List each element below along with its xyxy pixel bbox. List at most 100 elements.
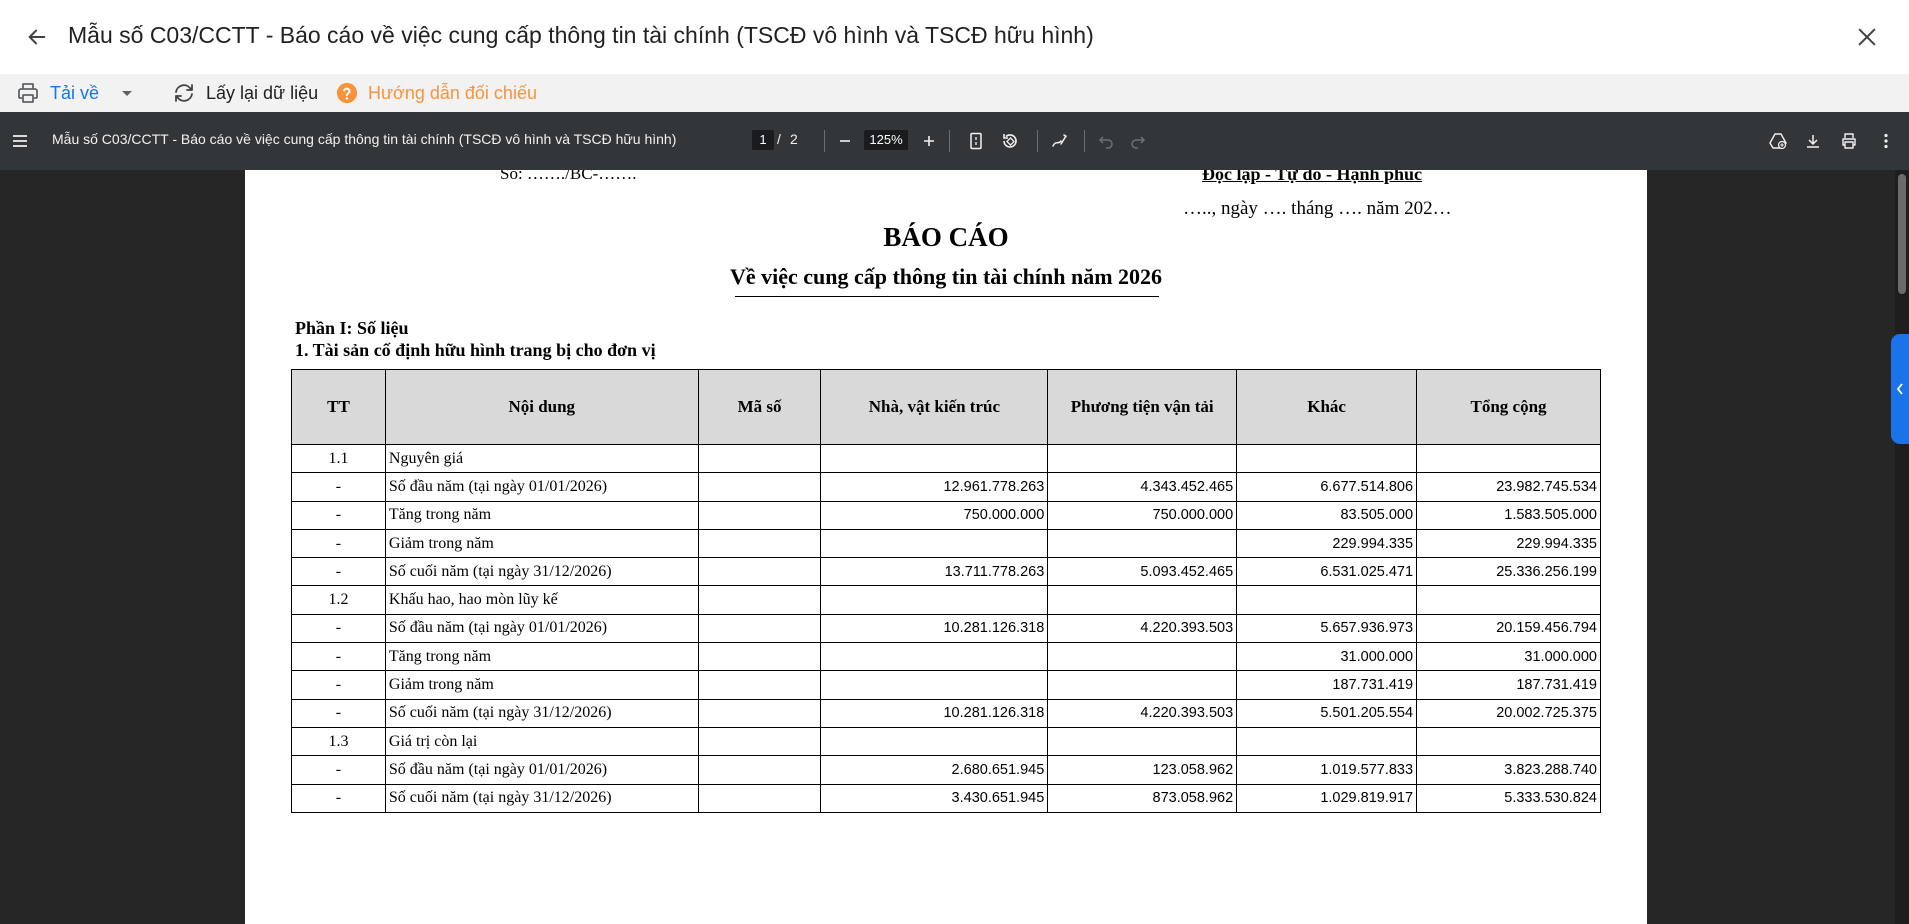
close-button[interactable] <box>1852 22 1882 52</box>
menu-button[interactable] <box>8 129 32 153</box>
pdf-download-button[interactable] <box>1801 129 1825 153</box>
zoom-in-button[interactable] <box>917 129 941 153</box>
caret-down-icon <box>122 91 132 96</box>
download-button[interactable]: Tải về <box>16 74 99 112</box>
column-header: Nội dung <box>384 369 699 445</box>
drive-save-button[interactable] <box>1766 129 1790 153</box>
document-subtitle: Về việc cung cấp thông tin tài chính năm… <box>729 264 1163 289</box>
value-other: 1.029.819.917 <box>1236 783 1418 813</box>
rotate-icon <box>1003 134 1017 148</box>
row-index: - <box>291 472 386 502</box>
row-content: Tăng trong năm <box>384 500 699 530</box>
document-date: ….., ngày …. tháng …. năm 202… <box>1183 198 1452 219</box>
row-code <box>697 670 822 700</box>
value-other: 229.994.335 <box>1236 528 1418 559</box>
document-number: Số: ……./BC-……. <box>500 170 637 183</box>
column-header: TT <box>291 369 386 445</box>
pdf-print-button[interactable] <box>1837 129 1861 153</box>
value-total: 229.994.335 <box>1416 528 1601 559</box>
value-vehicles: 873.058.962 <box>1047 783 1238 813</box>
printer-icon <box>18 83 38 103</box>
value-other <box>1236 585 1418 615</box>
value-vehicles: 4.220.393.503 <box>1047 698 1238 728</box>
more-actions-button[interactable] <box>1874 129 1898 153</box>
value-total: 187.731.419 <box>1416 670 1601 700</box>
value-buildings: 12.961.778.263 <box>820 472 1049 502</box>
annotate-button[interactable] <box>1048 129 1072 153</box>
value-vehicles: 4.343.452.465 <box>1047 472 1238 502</box>
value-vehicles: 750.000.000 <box>1047 500 1238 530</box>
plus-icon <box>924 136 934 146</box>
table-row: - Tăng trong năm 750.000.000 750.000.000 83.… <box>291 500 1601 530</box>
reload-data-button[interactable]: Lấy lại dữ liệu <box>172 74 318 112</box>
table-row: 1.3 Giá trị còn lại <box>291 726 1601 757</box>
back-button[interactable] <box>22 22 52 52</box>
row-index: - <box>291 642 386 672</box>
row-index: - <box>291 670 386 700</box>
national-motto: Độc lập - Tự do - Hạnh phúc <box>1202 170 1423 184</box>
table-row: - Số cuối năm (tại ngày 31/12/2026) 10.281… <box>291 698 1601 728</box>
column-header: Phương tiện vận tải <box>1047 369 1238 445</box>
value-other: 83.505.000 <box>1236 500 1418 530</box>
row-index: - <box>291 783 386 813</box>
value-vehicles: 5.093.452.465 <box>1047 557 1238 587</box>
value-total <box>1416 443 1601 474</box>
row-code <box>697 500 822 530</box>
row-index: - <box>291 528 386 559</box>
page-number-input[interactable]: 1 <box>752 130 774 150</box>
row-index: - <box>291 557 386 587</box>
page-total: 2 <box>790 131 798 147</box>
reconcile-guide-link[interactable]: Hướng dẫn đối chiếu <box>336 74 537 112</box>
refresh-icon <box>175 84 193 102</box>
value-buildings <box>820 528 1049 559</box>
value-buildings <box>820 585 1049 615</box>
row-code <box>697 613 822 644</box>
side-panel-toggle[interactable] <box>1891 334 1909 444</box>
pdf-filename: Mẫu số C03/CCTT - Báo cáo về việc cung c… <box>52 131 677 147</box>
row-content: Tăng trong năm <box>384 642 699 672</box>
zoom-input[interactable]: 125% <box>864 130 908 150</box>
value-total <box>1416 585 1601 615</box>
table-row: - Giảm trong năm 229.994.335 229.994.335 <box>291 528 1601 559</box>
table-row: - Số đầu năm (tại ngày 01/01/2026) 12.961.… <box>291 472 1601 502</box>
value-other <box>1236 443 1418 474</box>
table-row: 1.1 Nguyên giá <box>291 443 1601 474</box>
column-header: Nhà, vật kiến trúc <box>820 369 1049 445</box>
value-other: 31.000.000 <box>1236 642 1418 672</box>
value-vehicles <box>1047 726 1238 757</box>
value-vehicles: 4.220.393.503 <box>1047 613 1238 644</box>
redo-button[interactable] <box>1126 129 1150 153</box>
pdf-toolbar: Mẫu số C03/CCTT - Báo cáo về việc cung c… <box>0 112 1909 170</box>
dialog-header: Mẫu số C03/CCTT - Báo cáo về việc cung c… <box>0 0 1909 74</box>
fit-page-button[interactable] <box>964 129 988 153</box>
zoom-out-button[interactable] <box>833 129 857 153</box>
rotate-button[interactable] <box>998 129 1022 153</box>
value-total: 5.333.530.824 <box>1416 783 1601 813</box>
download-dropdown-toggle[interactable] <box>120 74 134 112</box>
table-row: - Số đầu năm (tại ngày 01/01/2026) 2.680.6… <box>291 755 1601 785</box>
row-content: Số đầu năm (tại ngày 01/01/2026) <box>384 755 699 785</box>
value-buildings: 2.680.651.945 <box>820 755 1049 785</box>
draw-icon <box>1052 134 1067 147</box>
scrollbar-thumb[interactable] <box>1898 174 1906 294</box>
row-code <box>697 726 822 757</box>
row-index: - <box>291 500 386 530</box>
undo-button[interactable] <box>1094 129 1118 153</box>
value-total: 20.159.456.794 <box>1416 613 1601 644</box>
row-index: 1.2 <box>291 585 386 615</box>
print-icon <box>1842 133 1856 149</box>
value-vehicles: 123.058.962 <box>1047 755 1238 785</box>
toolbar-divider <box>949 130 950 152</box>
pdf-viewer: Mẫu số C03/CCTT - Báo cáo về việc cung c… <box>0 112 1909 924</box>
chevron-left-icon <box>1896 383 1903 395</box>
value-buildings <box>820 670 1049 700</box>
dialog-title: Mẫu số C03/CCTT - Báo cáo về việc cung c… <box>68 22 1094 48</box>
action-toolbar: Tải về Lấy lại dữ liệu Hướng dẫn đối chi… <box>0 74 1909 112</box>
row-code <box>697 557 822 587</box>
reload-data-label: Lấy lại dữ liệu <box>206 82 319 103</box>
undo-icon <box>1098 136 1113 149</box>
toolbar-divider <box>1037 130 1038 152</box>
value-buildings <box>820 443 1049 474</box>
row-code <box>697 443 822 474</box>
download-label: Tải về <box>50 82 100 103</box>
